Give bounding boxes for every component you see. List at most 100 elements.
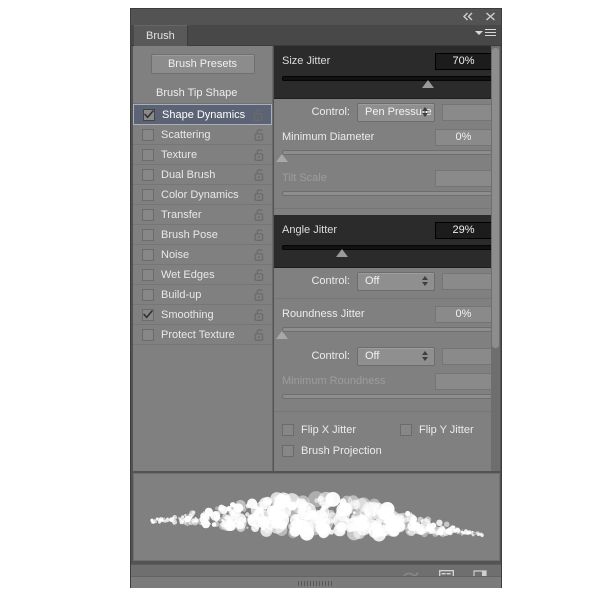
size-jitter-track — [282, 76, 492, 81]
minimum-diameter-label: Minimum Diameter — [282, 131, 375, 143]
collapse-to-icons-icon[interactable] — [462, 10, 475, 23]
flip-x-jitter-checkbox[interactable] — [282, 423, 294, 436]
size-jitter-label: Size Jitter — [282, 55, 331, 67]
option-label-smoothing: Smoothing — [161, 308, 214, 321]
hamburger-icon — [485, 29, 496, 36]
roundness-jitter-thumb[interactable] — [276, 331, 288, 339]
tab-brush[interactable]: Brush — [134, 25, 188, 46]
lock-icon[interactable] — [254, 188, 265, 201]
tab-brush-label: Brush — [146, 30, 175, 42]
close-icon[interactable] — [484, 10, 497, 23]
size-control-ghost-field — [441, 103, 492, 121]
lock-icon[interactable] — [254, 328, 265, 341]
size-jitter-slider[interactable] — [282, 75, 492, 89]
tilt-scale-slider — [282, 190, 492, 204]
size-jitter-group: Size Jitter 70% — [274, 46, 500, 99]
option-label-texture: Texture — [161, 148, 198, 161]
option-row-scattering[interactable]: Scattering — [133, 125, 272, 145]
angle-control-select[interactable]: Off — [357, 271, 435, 291]
panel-footer-strip — [131, 576, 501, 588]
angle-jitter-slider[interactable] — [282, 244, 492, 258]
size-control-row: Control: Pen Pressure — [274, 99, 500, 125]
roundness-control-select[interactable]: Off — [357, 346, 435, 366]
vertical-scrollbar[interactable] — [491, 46, 500, 471]
angle-control-ghost-field — [441, 272, 492, 290]
brush-tip-shape-label: Brush Tip Shape — [156, 86, 238, 99]
lock-icon[interactable] — [254, 288, 265, 301]
brush-presets-button[interactable]: Brush Presets — [150, 54, 255, 74]
lock-icon[interactable] — [254, 148, 265, 161]
option-row-shape-dynamics[interactable]: Shape Dynamics — [133, 104, 272, 125]
tilt-scale-row: Tilt Scale — [274, 166, 500, 190]
brush-projection-checkbox[interactable] — [282, 444, 294, 457]
flip-y-jitter-label: Flip Y Jitter — [419, 423, 474, 436]
divider — [274, 298, 500, 299]
resize-grip[interactable] — [298, 581, 334, 586]
lock-icon[interactable] — [253, 108, 264, 121]
option-label-protect-texture: Protect Texture — [161, 328, 235, 341]
brush-presets-row: Brush Presets — [133, 46, 272, 82]
option-row-smoothing[interactable]: Smoothing — [133, 305, 272, 325]
size-jitter-thumb[interactable] — [421, 80, 434, 88]
brush-preview-image — [150, 491, 484, 542]
option-checkbox-noise[interactable] — [142, 248, 154, 261]
option-row-wet-edges[interactable]: Wet Edges — [133, 265, 272, 285]
option-label-scattering: Scattering — [161, 128, 211, 141]
option-label-dual-brush: Dual Brush — [161, 168, 216, 181]
option-checkbox-transfer[interactable] — [142, 208, 154, 221]
roundness-control-label: Control: — [311, 350, 350, 362]
option-checkbox-build-up[interactable] — [142, 288, 154, 301]
tilt-scale-label: Tilt Scale — [282, 172, 327, 184]
lock-icon[interactable] — [254, 168, 265, 181]
option-checkbox-color-dynamics[interactable] — [142, 188, 154, 201]
option-row-transfer[interactable]: Transfer — [133, 205, 272, 225]
panel-menu-icon[interactable] — [475, 29, 496, 36]
option-checkbox-dual-brush[interactable] — [142, 168, 154, 181]
lock-icon[interactable] — [254, 228, 265, 241]
option-checkbox-scattering[interactable] — [142, 128, 154, 141]
minimum-diameter-slider[interactable] — [276, 149, 492, 163]
angle-jitter-thumb[interactable] — [336, 249, 349, 257]
option-checkbox-brush-pose[interactable] — [142, 228, 154, 241]
option-label-wet-edges: Wet Edges — [161, 268, 215, 281]
lock-icon[interactable] — [254, 268, 265, 281]
option-checkbox-shape-dynamics[interactable] — [143, 108, 155, 121]
roundness-jitter-slider[interactable] — [276, 326, 492, 340]
minimum-diameter-thumb[interactable] — [276, 154, 288, 162]
option-row-brush-pose[interactable]: Brush Pose — [133, 225, 272, 245]
option-checkbox-smoothing[interactable] — [142, 308, 154, 321]
lock-icon[interactable] — [254, 128, 265, 141]
option-checkbox-texture[interactable] — [142, 148, 154, 161]
roundness-jitter-value[interactable]: 0% — [435, 305, 492, 323]
option-row-texture[interactable]: Texture — [133, 145, 272, 165]
option-checkbox-protect-texture[interactable] — [142, 328, 154, 341]
size-jitter-value[interactable]: 70% — [435, 52, 492, 70]
option-row-dual-brush[interactable]: Dual Brush — [133, 165, 272, 185]
option-row-color-dynamics[interactable]: Color Dynamics — [133, 185, 272, 205]
lock-icon[interactable] — [254, 208, 265, 221]
brush-tip-shape-item[interactable]: Brush Tip Shape — [133, 82, 272, 104]
brush-presets-label: Brush Presets — [167, 58, 238, 70]
option-row-build-up[interactable]: Build-up — [133, 285, 272, 305]
scrollbar-thumb[interactable] — [492, 48, 499, 348]
option-label-transfer: Transfer — [161, 208, 202, 221]
angle-jitter-track — [282, 245, 492, 250]
option-row-protect-texture[interactable]: Protect Texture — [133, 325, 272, 345]
tilt-scale-value — [435, 169, 492, 187]
size-control-select[interactable]: Pen Pressure — [357, 102, 435, 122]
roundness-jitter-row: Roundness Jitter 0% — [274, 302, 500, 326]
angle-jitter-value[interactable]: 29% — [435, 221, 492, 239]
lock-icon[interactable] — [254, 308, 265, 321]
lock-icon[interactable] — [254, 248, 265, 261]
angle-control-value: Off — [365, 275, 380, 287]
option-label-build-up: Build-up — [161, 288, 202, 301]
tilt-scale-track — [282, 191, 492, 196]
angle-control-row: Control: Off — [274, 268, 500, 294]
brush-projection-label: Brush Projection — [301, 444, 382, 457]
roundness-jitter-track — [282, 327, 492, 332]
minimum-diameter-value[interactable]: 0% — [435, 128, 492, 146]
option-row-noise[interactable]: Noise — [133, 245, 272, 265]
option-checkbox-wet-edges[interactable] — [142, 268, 154, 281]
flip-y-jitter-checkbox[interactable] — [400, 423, 413, 436]
option-label-brush-pose: Brush Pose — [161, 228, 218, 241]
